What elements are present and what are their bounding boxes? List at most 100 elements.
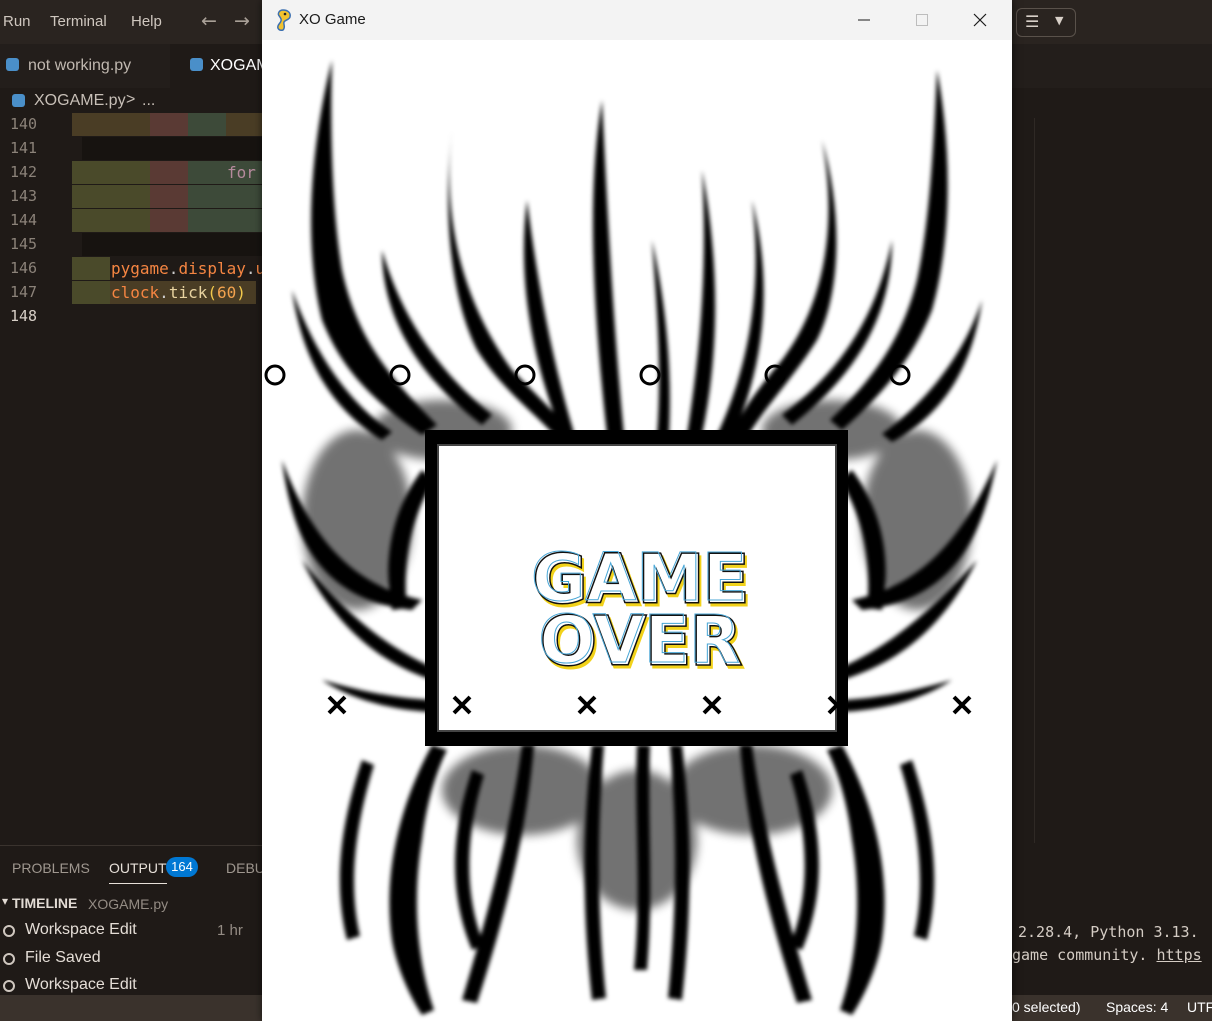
code-text: clock.tick(60) (111, 283, 246, 302)
indent-guide-block (82, 137, 262, 160)
menu-terminal[interactable]: Terminal (50, 13, 107, 30)
tab-output[interactable]: OUTPUT (109, 860, 167, 884)
indent-guide-block (72, 257, 110, 280)
x-mark (452, 695, 472, 715)
chat-icon: ☰ (1025, 12, 1040, 31)
game-over-artwork: GAME GAME GAME OVER OVER OVER (282, 60, 997, 1015)
python-file-icon (6, 58, 19, 71)
editor-minimap-area (1012, 88, 1212, 845)
timeline-item-label: Workspace Edit (25, 976, 137, 993)
status-indentation[interactable]: Spaces: 4 (1106, 999, 1168, 1015)
x-mark (577, 695, 597, 715)
tab-debug-console[interactable]: DEBU (226, 860, 265, 876)
line-number: 141 (10, 139, 38, 157)
code-line: 145 (0, 232, 262, 256)
game-canvas[interactable]: GAME GAME GAME OVER OVER OVER (262, 40, 1012, 1021)
timeline-item-label: File Saved (25, 949, 101, 966)
x-mark (327, 695, 347, 715)
timeline-file: XOGAME.py (88, 896, 169, 912)
indent-guide-block (150, 185, 188, 208)
code-line: 147 clock.tick(60) (0, 280, 262, 304)
tab-xogame[interactable]: XOGAM (170, 44, 270, 88)
code-line: 140 (0, 112, 262, 136)
code-line: 143 (0, 184, 262, 208)
o-mark (389, 364, 411, 386)
python-file-icon (12, 94, 25, 107)
tab-label: not working.py (28, 57, 132, 74)
o-mark (514, 364, 536, 386)
timeline-item[interactable]: File Saved (0, 946, 262, 972)
pygame-snake-icon (277, 9, 291, 31)
breadcrumb-file[interactable]: XOGAME.py (34, 92, 126, 110)
line-number: 144 (10, 211, 38, 229)
indent-guide-block (188, 209, 262, 232)
chevron-down-icon[interactable]: ▾ (2, 894, 8, 908)
back-arrow-icon[interactable]: ← (201, 10, 217, 32)
line-number: 145 (10, 235, 38, 253)
x-mark (952, 695, 972, 715)
timeline-item[interactable]: Workspace Edit 1 hr (0, 918, 262, 944)
maximize-button[interactable] (894, 0, 952, 40)
scroll-ruler (1034, 118, 1035, 843)
menu-run[interactable]: Run (3, 13, 31, 30)
indent-guide-block (188, 113, 226, 136)
terminal-line: game community. https (1012, 946, 1202, 964)
timeline-view: ▾ TIMELINE XOGAME.py Workspace Edit 1 hr… (0, 891, 262, 995)
code-line: 144 (0, 208, 262, 232)
line-number: 143 (10, 187, 38, 205)
line-number: 148 (10, 307, 38, 325)
indent-guide-block (150, 209, 188, 232)
o-mark (764, 364, 786, 386)
indent-guide-block (72, 209, 150, 232)
x-mark (702, 695, 722, 715)
menu-help[interactable]: Help (131, 13, 162, 30)
tab-not-working[interactable]: not working.py (0, 44, 168, 88)
breadcrumb: XOGAME.py > ... (0, 88, 262, 114)
timeline-dot-icon (3, 980, 15, 992)
code-editor[interactable]: 140 141 142 for 143 144 145 146 pygame.d… (0, 112, 266, 847)
indent-guide-block (82, 233, 262, 256)
indent-guide-block (72, 161, 150, 184)
line-number: 147 (10, 283, 38, 301)
indent-guide-block (188, 185, 262, 208)
game-over-text: GAME GAME GAME OVER OVER OVER (530, 539, 752, 685)
xo-game-window: XO Game GAME GAME GAME OVER OVER OVER (262, 0, 1012, 1021)
indent-guide-block (150, 113, 188, 136)
line-number: 142 (10, 163, 38, 181)
breadcrumb-separator: > (126, 91, 136, 108)
terminal-line: 2.28.4, Python 3.13. (1018, 923, 1199, 941)
timeline-dot-icon (3, 925, 15, 937)
copilot-chat-button[interactable]: ☰ ▼ (1016, 8, 1076, 37)
maximize-icon (916, 14, 928, 26)
line-number: 140 (10, 115, 38, 133)
tab-label: XOGAM (210, 57, 270, 74)
forward-arrow-icon[interactable]: → (234, 10, 250, 32)
status-selection[interactable]: 0 selected) (1012, 999, 1080, 1015)
status-encoding[interactable]: UTF (1187, 999, 1212, 1015)
code-line: 141 (0, 136, 262, 160)
chevron-down-icon: ▼ (1055, 14, 1064, 27)
minimize-icon (858, 19, 870, 21)
close-button[interactable] (952, 0, 1010, 40)
breadcrumb-symbol[interactable]: ... (142, 92, 155, 110)
indent-guide-block (72, 281, 110, 304)
tab-problems[interactable]: PROBLEMS (12, 860, 90, 876)
terminal-link[interactable]: https (1157, 946, 1202, 964)
timeline-title[interactable]: TIMELINE (12, 895, 77, 911)
window-titlebar: XO Game (262, 0, 1012, 40)
timeline-item-label: Workspace Edit (25, 921, 137, 938)
x-mark (827, 695, 847, 715)
bottom-panel-tabs: PROBLEMS OUTPUT DEBU (0, 845, 265, 892)
line-number: 146 (10, 259, 38, 277)
code-line: 146 pygame.display.u (0, 256, 266, 280)
indent-guide-block (150, 161, 188, 184)
output-count-badge: 164 (166, 857, 198, 877)
terminal-output[interactable]: 2.28.4, Python 3.13. game community. htt… (1012, 891, 1212, 995)
timeline-dot-icon (3, 953, 15, 965)
minimize-button[interactable] (836, 0, 894, 40)
keyword-for: for (227, 163, 256, 182)
window-title: XO Game (299, 11, 366, 28)
python-file-icon (190, 58, 203, 71)
code-text: pygame.display.u (111, 259, 266, 278)
o-mark (889, 364, 911, 386)
